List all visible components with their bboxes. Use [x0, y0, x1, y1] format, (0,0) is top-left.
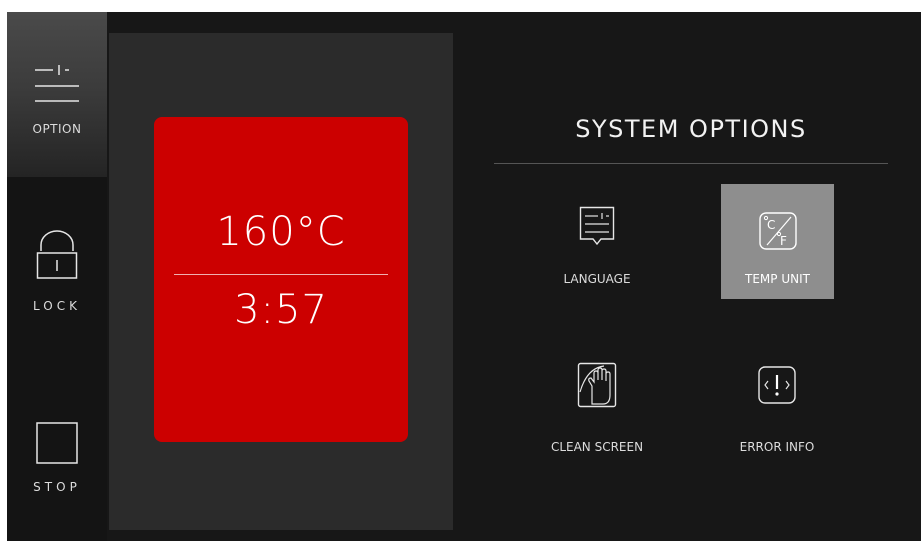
- sidebar: OPTION LOCK STOP: [7, 12, 107, 541]
- error-info-label: ERROR INFO: [739, 440, 815, 454]
- temp-unit-icon: C F: [759, 212, 797, 250]
- clean-screen-icon: [577, 362, 617, 408]
- stop-label: STOP: [33, 480, 81, 494]
- temperature-display: 160°C: [216, 209, 346, 255]
- clean-screen-option[interactable]: CLEAN SCREEN: [525, 354, 669, 454]
- status-divider: [174, 274, 388, 275]
- svg-text:C: C: [767, 218, 775, 232]
- time-display: 3:57: [234, 287, 328, 333]
- option-icon: [35, 65, 79, 102]
- temp-unit-label: TEMP UNIT: [745, 272, 810, 286]
- stop-button[interactable]: STOP: [7, 407, 107, 507]
- status-card: 160°C 3:57: [154, 117, 408, 442]
- svg-text:F: F: [780, 234, 787, 248]
- option-button[interactable]: OPTION: [7, 12, 107, 177]
- language-icon: [579, 206, 615, 246]
- option-label: OPTION: [32, 122, 82, 136]
- error-info-icon: [758, 366, 796, 404]
- oven-screen: OPTION LOCK STOP 160°C 3:57 SYSTEM OPTIO…: [7, 12, 921, 541]
- language-label: LANGUAGE: [563, 272, 631, 286]
- temp-unit-option[interactable]: C F TEMP UNIT: [721, 184, 834, 299]
- stop-icon: [36, 422, 78, 464]
- lock-button[interactable]: LOCK: [7, 212, 107, 322]
- lock-label: LOCK: [33, 299, 81, 313]
- lock-icon: [36, 230, 78, 279]
- system-options-divider: [494, 163, 888, 164]
- error-info-option[interactable]: ERROR INFO: [720, 354, 834, 454]
- clean-screen-label: CLEAN SCREEN: [550, 440, 644, 454]
- system-options-title: SYSTEM OPTIONS: [575, 115, 807, 143]
- language-option[interactable]: LANGUAGE: [540, 196, 654, 301]
- status-panel: 160°C 3:57: [109, 33, 453, 530]
